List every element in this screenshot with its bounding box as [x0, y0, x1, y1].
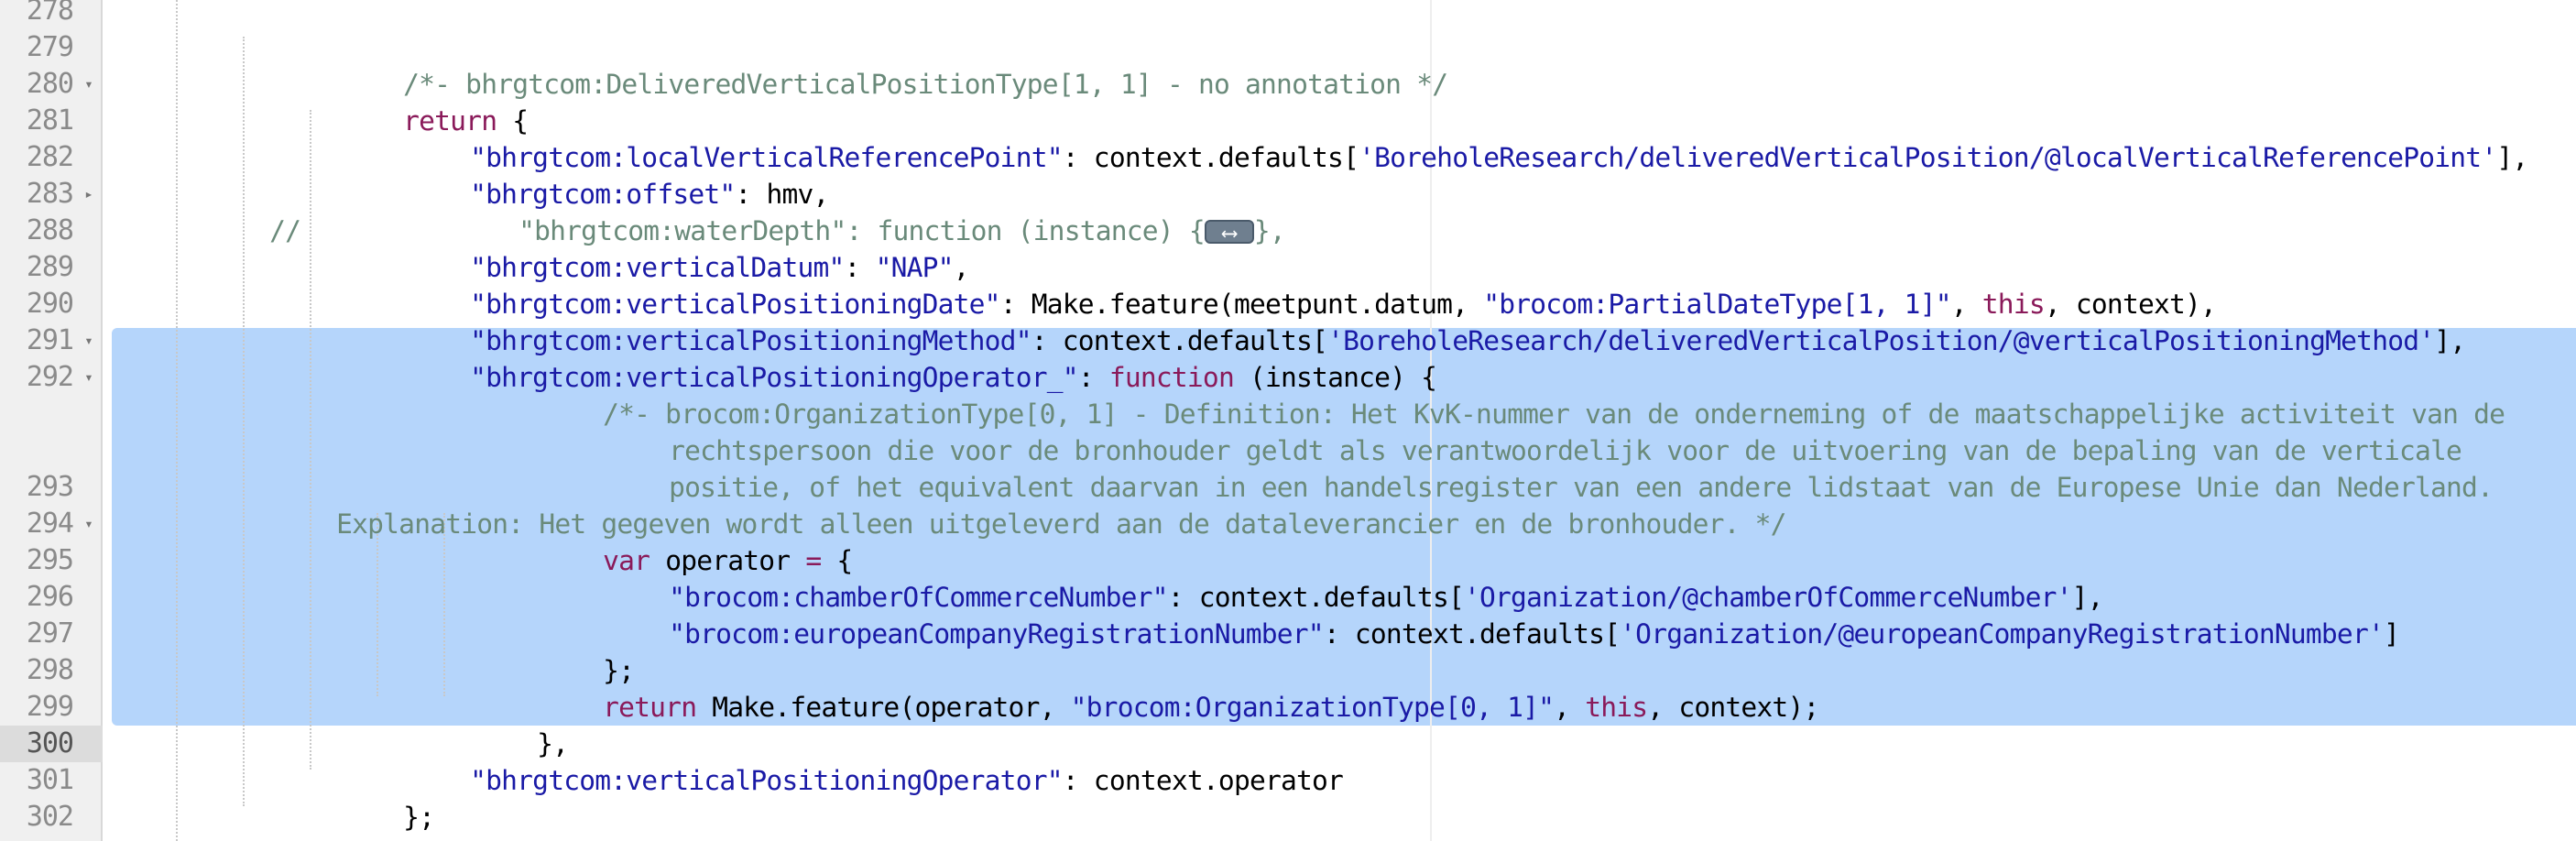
- line-number: 279: [26, 31, 74, 63]
- line-number: 281: [26, 104, 74, 137]
- line-number: 298: [26, 654, 74, 686]
- line-number: 278: [26, 0, 74, 27]
- line-number: 295: [26, 544, 74, 576]
- code-line[interactable]: 293 Explanation: Het gegeven wordt allee…: [0, 469, 2576, 540]
- code-line[interactable]: 282 "bhrgtcom:offset": hmv,: [0, 139, 2576, 210]
- code-editor[interactable]: 278 279 /*- bhrgtcom:DeliveredVerticalPo…: [0, 0, 2576, 841]
- code-line[interactable]: 299 },: [0, 689, 2576, 759]
- code-line[interactable]: 295 "brocom:chamberOfCommerceNumber": co…: [0, 542, 2576, 613]
- code-line-wrap[interactable]: rechtspersoon die voor de bronhouder gel…: [0, 396, 2576, 466]
- fold-open-icon[interactable]: ▾: [81, 322, 97, 359]
- line-number: 297: [26, 617, 74, 650]
- line-number: 292: [26, 361, 74, 393]
- line-number-active: 300: [0, 726, 103, 762]
- line-number: 282: [26, 141, 74, 173]
- line-number: 289: [26, 251, 74, 283]
- code-line[interactable]: 283 ▸ // "bhrgtcom:waterDepth": function…: [0, 176, 2576, 251]
- code-line[interactable]: 278: [0, 0, 2576, 29]
- code-line-active[interactable]: 300 "bhrgtcom:verticalPositioningOperato…: [0, 726, 2576, 796]
- code-line[interactable]: 291 ▾ "bhrgtcom:verticalPositioningOpera…: [0, 322, 2576, 393]
- line-number: 288: [26, 214, 74, 246]
- fold-open-icon[interactable]: ▾: [81, 506, 97, 542]
- code-line-wrap[interactable]: positie, of het equivalent daarvan in ee…: [0, 432, 2576, 503]
- code-line[interactable]: 290 "bhrgtcom:verticalPositioningMethod"…: [0, 286, 2576, 356]
- fold-open-icon[interactable]: ▾: [81, 66, 97, 103]
- line-number: 283: [26, 178, 74, 210]
- fold-open-icon[interactable]: ▾: [81, 359, 97, 396]
- code-line[interactable]: 289 "bhrgtcom:verticalPositioningDate": …: [0, 249, 2576, 320]
- line-number: 299: [26, 691, 74, 723]
- line-number: 302: [26, 801, 74, 833]
- code-line[interactable]: 296 "brocom:europeanCompanyRegistrationN…: [0, 579, 2576, 650]
- code-line[interactable]: 298 return Make.feature(operator, "broco…: [0, 652, 2576, 723]
- code-line[interactable]: 302 },: [0, 799, 2576, 841]
- code-line[interactable]: 301 };: [0, 762, 2576, 833]
- line-number: 294: [26, 508, 74, 540]
- line-number: 301: [26, 764, 74, 796]
- line-number: 293: [26, 471, 74, 503]
- fold-closed-icon[interactable]: ▸: [81, 176, 97, 213]
- line-number: 290: [26, 288, 74, 320]
- code-line[interactable]: 280 ▾ return {: [0, 66, 2576, 137]
- line-number: 296: [26, 581, 74, 613]
- code-line[interactable]: 288 "bhrgtcom:verticalDatum": "NAP",: [0, 213, 2576, 283]
- code-line[interactable]: 279 /*- bhrgtcom:DeliveredVerticalPositi…: [0, 29, 2576, 100]
- code-line[interactable]: 281 "bhrgtcom:localVerticalReferencePoin…: [0, 103, 2576, 173]
- code-line[interactable]: 297 };: [0, 616, 2576, 686]
- line-number: 291: [26, 324, 74, 356]
- code-line[interactable]: 294 ▾ var operator = {: [0, 506, 2576, 576]
- line-number: 280: [26, 68, 74, 100]
- code-line[interactable]: 292 ▾ /*- brocom:OrganizationType[0, 1] …: [0, 359, 2576, 430]
